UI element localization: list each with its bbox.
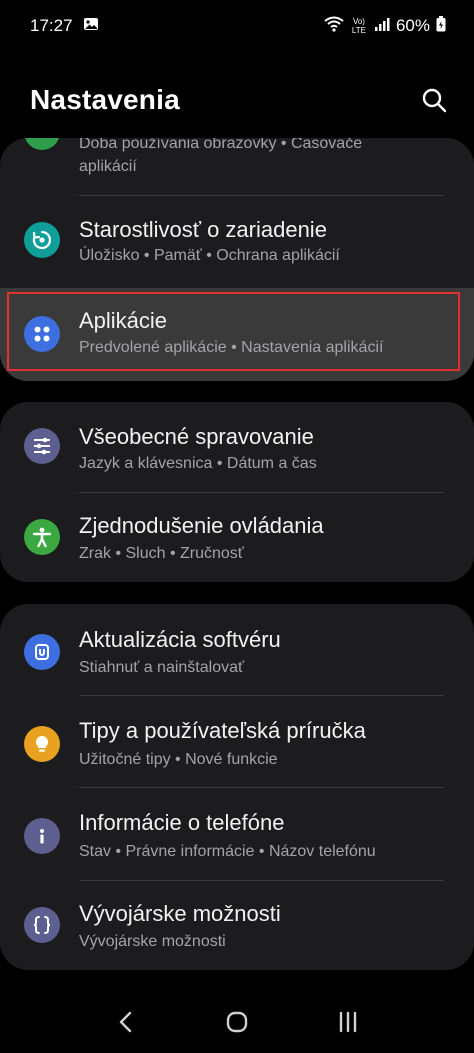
status-time: 17:27 (30, 16, 73, 35)
settings-screen: 17:27 Vo) LTE 60% Nastavenia Doba použív… (0, 0, 474, 1053)
settings-item-accessibility[interactable]: Zjednodušenie ovládania Zrak • Sluch • Z… (0, 493, 474, 582)
settings-group-3: Aktualizácia softvéru Stiahnuť a nainšta… (0, 604, 474, 970)
developer-options-icon (24, 907, 60, 943)
settings-group-1: Doba používania obrazovky • Časovače apl… (0, 138, 474, 381)
page-title: Nastavenia (30, 84, 180, 115)
settings-item-general-management[interactable]: Všeobecné spravovanie Jazyk a klávesnica… (0, 402, 474, 492)
settings-item-subtitle: Užitočné tipy • Nové funkcie (79, 751, 278, 768)
settings-item-subtitle: Vývojárske možnosti (79, 933, 226, 950)
settings-item-title: Tipy a používateľská príručka (79, 718, 366, 743)
settings-item-title: Všeobecné spravovanie (79, 424, 314, 449)
settings-item-subtitle-continued: aplikácií (79, 158, 137, 175)
general-management-icon (24, 428, 60, 464)
gallery-notification-icon (83, 16, 99, 37)
settings-item-title: Informácie o telefóne (79, 810, 285, 835)
volte-icon: Vo) LTE (351, 17, 366, 35)
tips-icon (24, 726, 60, 762)
settings-item-subtitle: Doba používania obrazovky • Časovače (79, 138, 363, 152)
device-care-icon (24, 222, 60, 258)
settings-item-apps[interactable]: Aplikácie Predvolené aplikácie • Nastave… (0, 288, 474, 381)
settings-item-title: Vývojárske možnosti (79, 901, 281, 926)
settings-group-2: Všeobecné spravovanie Jazyk a klávesnica… (0, 402, 474, 582)
settings-item-tips[interactable]: Tipy a používateľská príručka Užitočné t… (0, 696, 474, 787)
accessibility-icon (24, 519, 60, 555)
battery-percent: 60% (395, 16, 430, 35)
settings-item-subtitle: Stiahnuť a nainštalovať (79, 659, 244, 676)
settings-item-digital-wellbeing[interactable]: Doba používania obrazovky • Časovače apl… (0, 138, 474, 194)
apps-icon (24, 316, 60, 352)
status-left: 17:27 (30, 16, 99, 37)
search-button[interactable] (418, 84, 450, 116)
settings-item-about-phone[interactable]: Informácie o telefóne Stav • Právne info… (0, 788, 474, 879)
digital-wellbeing-icon (24, 138, 60, 150)
settings-item-subtitle: Predvolené aplikácie • Nastavenia apliká… (79, 339, 384, 356)
settings-item-title: Aktualizácia softvéru (79, 627, 281, 652)
status-bar: 17:27 Vo) LTE 60% (0, 0, 474, 52)
battery-icon (436, 15, 446, 37)
settings-item-developer-options[interactable]: Vývojárske možnosti Vývojárske možnosti (0, 881, 474, 970)
back-button[interactable] (106, 1002, 146, 1042)
navigation-bar (0, 990, 474, 1053)
back-icon (119, 1011, 131, 1032)
settings-item-subtitle: Zrak • Sluch • Zručnosť (79, 545, 244, 562)
wifi-icon (324, 16, 344, 37)
settings-item-subtitle: Úložisko • Pamäť • Ochrana aplikácií (79, 247, 340, 264)
info-icon (24, 818, 60, 854)
settings-item-subtitle: Jazyk a klávesnica • Dátum a čas (79, 455, 317, 472)
settings-item-title: Starostlivosť o zariadenie (79, 217, 327, 242)
search-icon (422, 88, 447, 113)
home-icon (226, 1011, 248, 1032)
settings-item-title: Aplikácie (79, 308, 168, 333)
status-right: Vo) LTE 60% (324, 15, 446, 37)
settings-item-subtitle: Stav • Právne informácie • Názov telefón… (79, 843, 376, 860)
settings-item-title: Zjednodušenie ovládania (79, 513, 324, 538)
recents-icon (340, 1011, 357, 1032)
software-update-icon (24, 634, 60, 670)
home-button[interactable] (217, 1002, 257, 1042)
settings-item-software-update[interactable]: Aktualizácia softvéru Stiahnuť a nainšta… (0, 604, 474, 695)
header: Nastavenia (30, 80, 450, 120)
recents-button[interactable] (328, 1002, 368, 1042)
settings-item-device-care[interactable]: Starostlivosť o zariadenie Úložisko • Pa… (0, 196, 474, 288)
signal-icon (374, 16, 390, 37)
